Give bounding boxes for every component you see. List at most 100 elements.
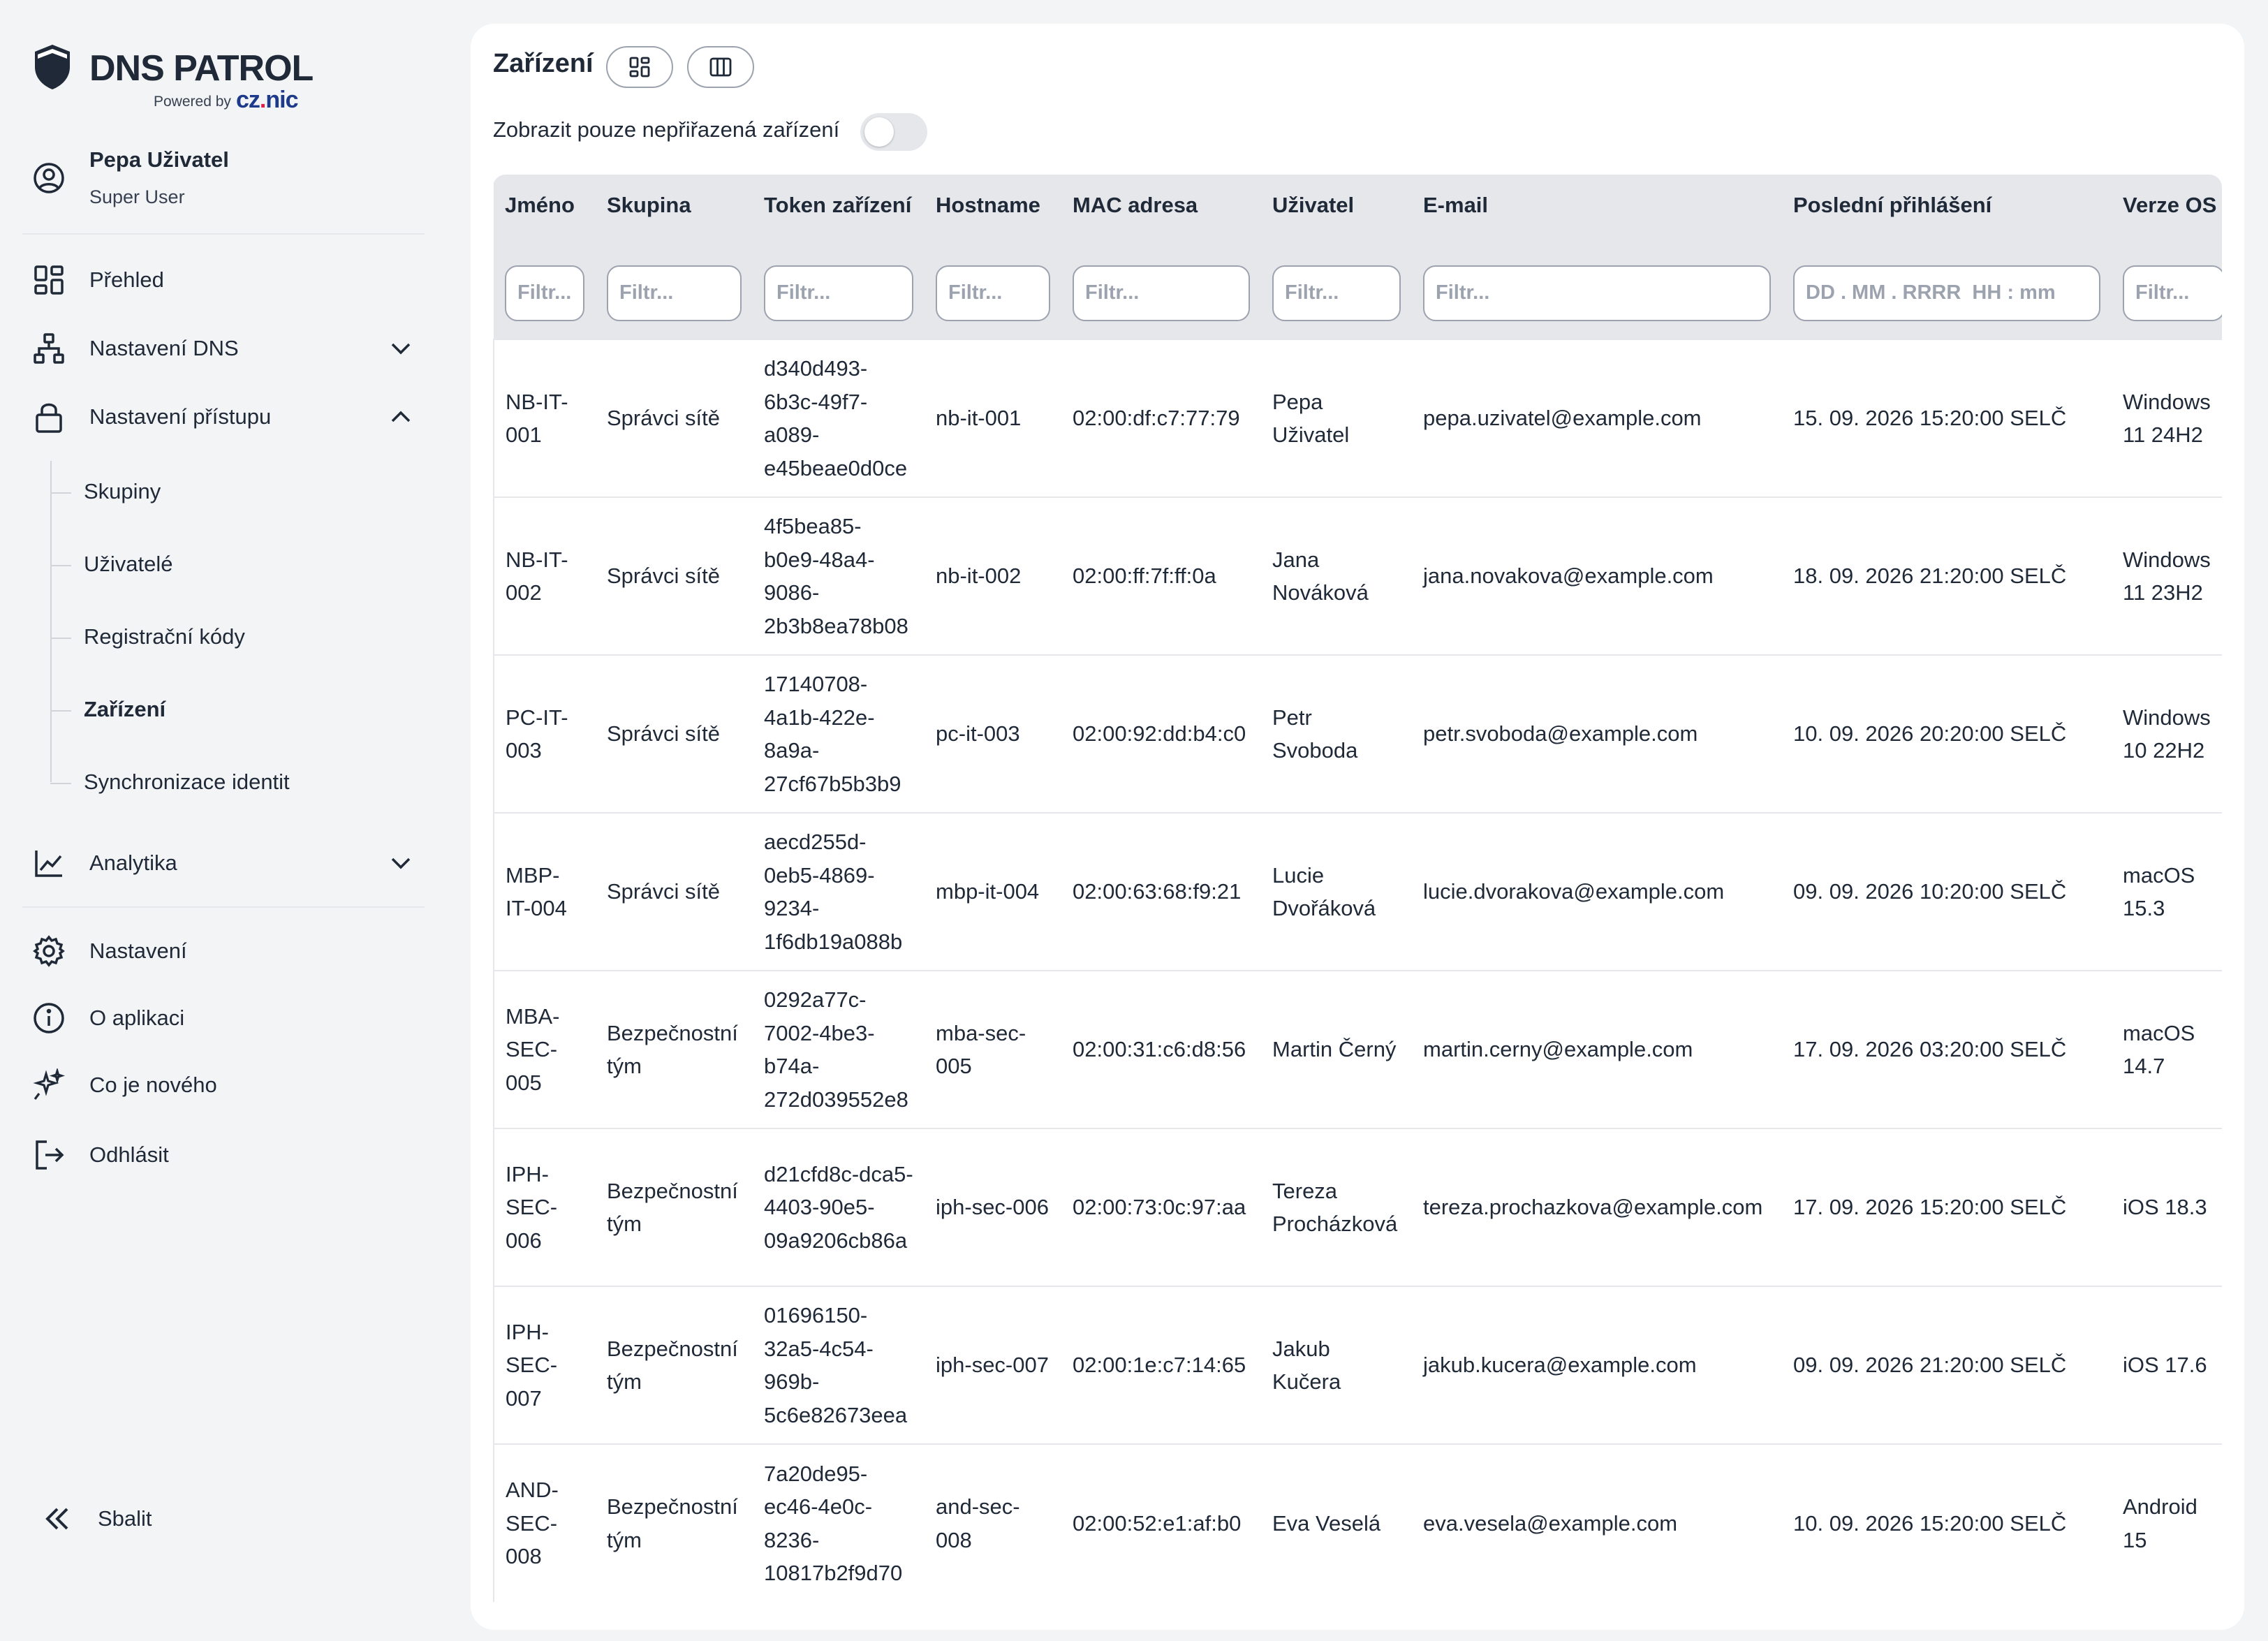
cell-user: Martin Černý [1261,970,1412,1128]
table-row[interactable]: AND-SEC-008 Bezpečnostní tým 7a20de95-ec… [493,1443,2222,1602]
cell-name: IPH-SEC-006 [493,1128,596,1286]
chevron-up-icon[interactable] [388,404,413,429]
gear-icon [32,934,66,968]
table-row[interactable]: IPH-SEC-007 Bezpečnostní tým 01696150-32… [493,1286,2222,1444]
cell-os-version: Android 15 [2112,1443,2222,1602]
sidebar-subitem-devices[interactable]: Zařízení [84,697,165,722]
column-header-last-login[interactable]: Poslední přihlášení [1782,175,2112,258]
partner-logo-part: nic [265,87,298,113]
user-role: Super User [89,186,185,207]
cell-os-version: iOS 18.3 [2112,1128,2222,1286]
page-title: Zařízení [493,49,594,78]
cell-email: pepa.uzivatel@example.com [1412,339,1782,497]
cell-group: Správci sítě [596,496,753,655]
table-row[interactable]: MBA-SEC-005 Bezpečnostní tým 0292a77c-70… [493,970,2222,1128]
cell-group: Bezpečnostní tým [596,1128,753,1286]
cell-email: eva.vesela@example.com [1412,1443,1782,1602]
sidebar-collapse-button[interactable]: Sbalit [40,1494,432,1543]
table-row[interactable]: MBP-IT-004 Správci sítě aecd255d-0eb5-48… [493,812,2222,971]
sidebar-item-whats-new[interactable]: Co je nového [32,1061,423,1110]
filter-input-os-version[interactable] [2123,265,2222,321]
sidebar-item-analytics[interactable]: Analytika [32,839,423,888]
cell-token: 7a20de95-ec46-4e0c-8236-10817b2f9d70 [753,1443,925,1602]
cell-mac: 02:00:63:68:f9:21 [1061,812,1261,971]
submenu-connector [50,565,71,566]
cell-email: jakub.kucera@example.com [1412,1286,1782,1444]
shield-logo-icon [35,45,70,89]
sidebar-item-label: Nastavení přístupu [89,404,272,429]
cell-os-version: Windows 11 23H2 [2112,496,2222,655]
submenu-connector [50,638,71,639]
cell-group: Správci sítě [596,812,753,971]
cell-email: petr.svoboda@example.com [1412,654,1782,813]
cell-last-login: 10. 09. 2026 15:20:00 SELČ [1782,1443,2112,1602]
cell-group: Správci sítě [596,654,753,813]
filter-input-user[interactable] [1272,265,1401,321]
sidebar-subitem-users[interactable]: Uživatelé [84,552,173,577]
table-row[interactable]: NB-IT-001 Správci sítě d340d493-6b3c-49f… [493,339,2222,497]
cell-user: Jakub Kučera [1261,1286,1412,1444]
cell-group: Bezpečnostní tým [596,1443,753,1602]
column-header-token[interactable]: Token zařízení [753,175,925,258]
sidebar-subitem-groups[interactable]: Skupiny [84,479,161,504]
unassigned-filter-toggle[interactable] [860,113,927,151]
user-profile[interactable]: Pepa Uživatel Super User [32,143,423,220]
column-header-user[interactable]: Uživatel [1261,175,1412,258]
sidebar-item-label: Analytika [89,851,177,875]
sidebar-item-label: Nastavení DNS [89,336,239,360]
sidebar-item-label: Přehled [89,267,164,292]
sidebar-item-dns-settings[interactable]: Nastavení DNS [32,324,423,373]
sidebar-item-settings[interactable]: Nastavení [32,927,423,976]
table-row[interactable]: PC-IT-003 Správci sítě 17140708-4a1b-422… [493,654,2222,813]
cell-last-login: 18. 09. 2026 21:20:00 SELČ [1782,496,2112,655]
filter-input-group[interactable] [607,265,742,321]
cell-hostname: iph-sec-007 [925,1286,1061,1444]
filter-input-token[interactable] [764,265,913,321]
sidebar-item-logout[interactable]: Odhlásit [32,1131,423,1179]
cell-user: Tereza Procházková [1261,1128,1412,1286]
cell-email: martin.cerny@example.com [1412,970,1782,1128]
sidebar-subitem-identity-sync[interactable]: Synchronizace identit [84,770,290,795]
app-logo[interactable]: DNS PATROL Powered by cz.nic [32,43,325,120]
sidebar-item-about[interactable]: O aplikaci [32,994,423,1043]
filter-cell [1782,258,2112,339]
chevron-down-icon[interactable] [388,851,413,876]
cell-token: aecd255d-0eb5-4869-9234-1f6db19a088b [753,812,925,971]
cell-mac: 02:00:52:e1:af:b0 [1061,1443,1261,1602]
filter-input-name[interactable] [505,265,584,321]
sidebar-subitem-registration-codes[interactable]: Registrační kódy [84,624,245,649]
columns-view-button[interactable] [687,46,754,88]
column-header-name[interactable]: Jméno [494,175,596,258]
sidebar-item-access-settings[interactable]: Nastavení přístupu [32,392,423,441]
grid-view-button[interactable] [606,46,673,88]
cell-hostname: nb-it-001 [925,339,1061,497]
partner-logo-part: cz [236,87,260,113]
filter-input-last-login[interactable] [1793,265,2100,321]
column-header-os-version[interactable]: Verze OS [2112,175,2222,258]
cell-token: 17140708-4a1b-422e-8a9a-27cf67b5b3b9 [753,654,925,813]
cell-email: jana.novakova@example.com [1412,496,1782,655]
table-row[interactable]: IPH-SEC-006 Bezpečnostní tým d21cfd8c-dc… [493,1128,2222,1286]
filter-input-hostname[interactable] [936,265,1050,321]
cell-token: d21cfd8c-dca5-4403-90e5-09a9206cb86a [753,1128,925,1286]
double-chevron-left-icon [40,1502,74,1536]
column-header-email[interactable]: E-mail [1412,175,1782,258]
cell-last-login: 15. 09. 2026 15:20:00 SELČ [1782,339,2112,497]
table-row[interactable]: NB-IT-002 Správci sítě 4f5bea85-b0e9-48a… [493,496,2222,655]
column-header-hostname[interactable]: Hostname [925,175,1061,258]
filter-input-email[interactable] [1423,265,1771,321]
column-header-mac[interactable]: MAC adresa [1061,175,1261,258]
sidebar-item-overview[interactable]: Přehled [32,256,423,304]
column-header-group[interactable]: Skupina [596,175,753,258]
toggle-knob [864,117,894,147]
chevron-down-icon[interactable] [388,336,413,361]
table-filter-row [494,258,2222,339]
brand-name: DNS PATROL [89,48,314,89]
grid-view-icon [629,57,650,78]
filter-input-mac[interactable] [1073,265,1250,321]
sidebar-divider [22,233,425,235]
cell-hostname: iph-sec-006 [925,1128,1061,1286]
sidebar-divider [22,906,425,908]
filter-cell [1261,258,1412,339]
cell-token: 0292a77c-7002-4be3-b74a-272d039552e8 [753,970,925,1128]
